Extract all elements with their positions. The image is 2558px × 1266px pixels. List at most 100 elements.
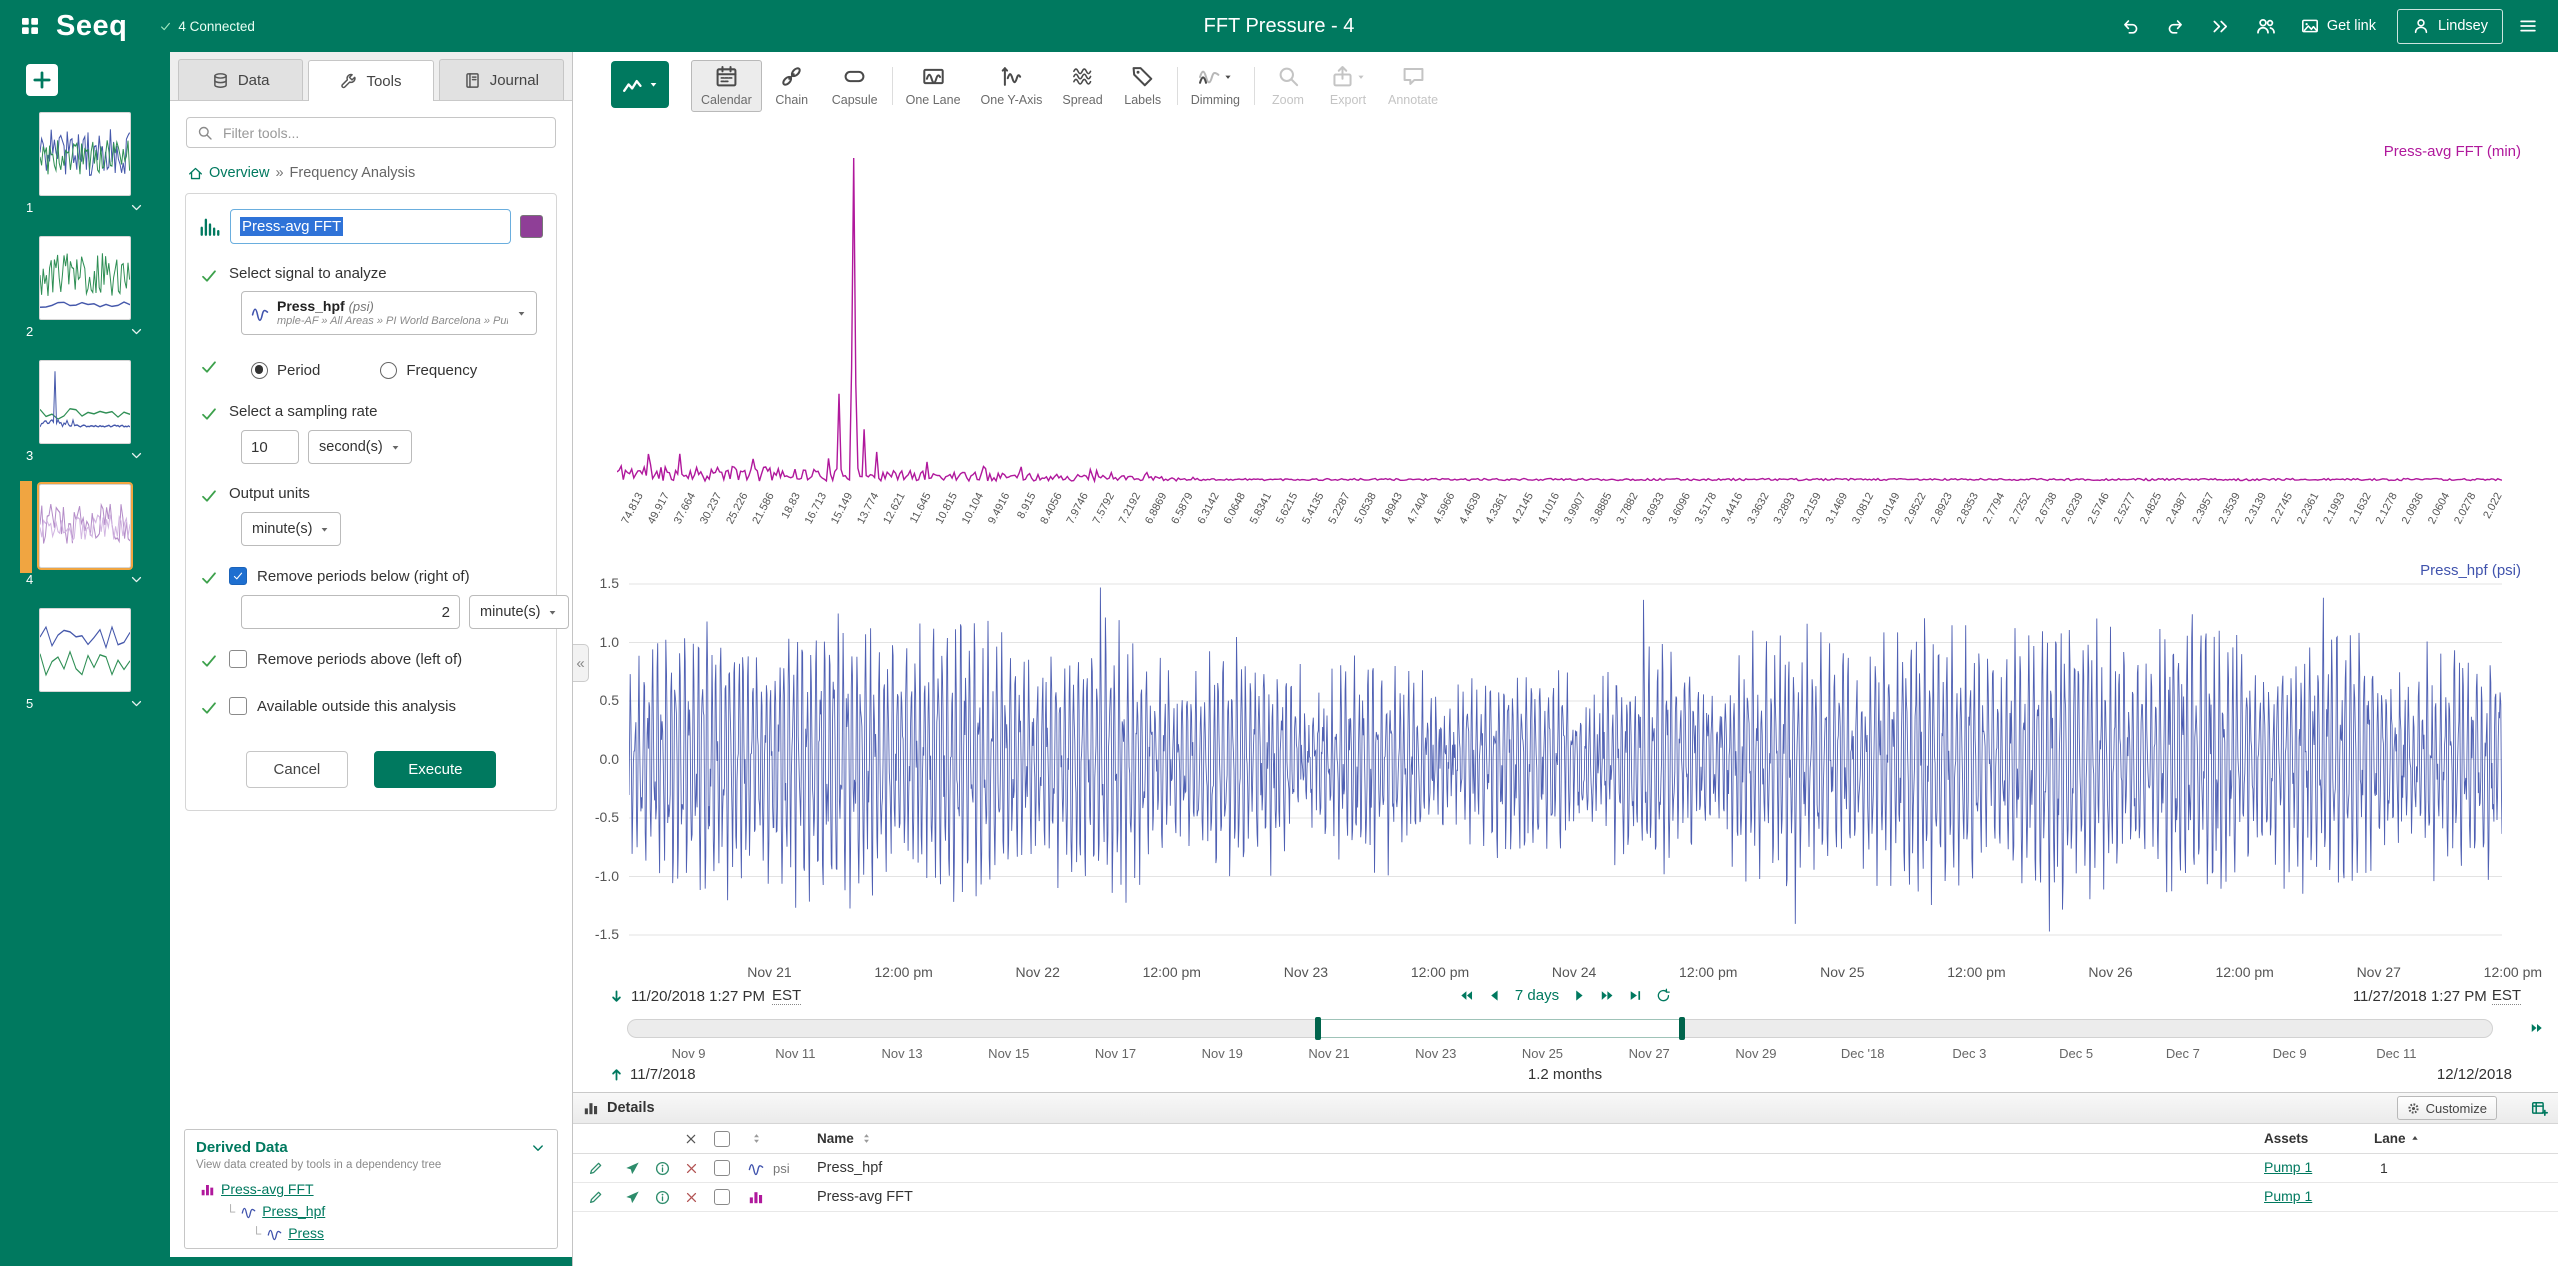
app-grid-button[interactable] bbox=[10, 6, 50, 46]
remove-below-unit-dropdown[interactable]: minute(s) bbox=[469, 595, 569, 629]
timezone-label[interactable]: EST bbox=[772, 987, 801, 1005]
toolbar-one-lane-button[interactable]: One Lane bbox=[896, 60, 971, 112]
connection-status[interactable]: 4 Connected bbox=[159, 19, 255, 34]
hamburger-menu-button[interactable] bbox=[2508, 6, 2548, 46]
timeline-duration[interactable]: 1.2 months bbox=[1528, 1066, 1602, 1083]
pan-forward-button[interactable] bbox=[1572, 988, 1587, 1003]
tab-data[interactable]: Data bbox=[178, 59, 303, 100]
toolbar-spread-button[interactable]: Spread bbox=[1052, 60, 1112, 112]
new-worksheet-button[interactable] bbox=[26, 64, 58, 96]
tab-journal[interactable]: Journal bbox=[439, 59, 564, 100]
remove-item-icon[interactable] bbox=[684, 1161, 699, 1176]
available-outside-checkbox-row[interactable]: Available outside this analysis bbox=[229, 697, 543, 715]
signal-select-dropdown[interactable]: Press_hpf (psi) mple-AF » All Areas » PI… bbox=[241, 291, 537, 335]
name-column-header[interactable]: Name bbox=[817, 1131, 854, 1146]
checkbox-icon[interactable] bbox=[229, 650, 247, 668]
timezone-label[interactable]: EST bbox=[2492, 987, 2521, 1005]
timeline-start-date[interactable]: 11/7/2018 bbox=[630, 1066, 696, 1083]
remove-below-value-input[interactable] bbox=[241, 595, 460, 629]
worksheet-menu-chevron-icon[interactable] bbox=[129, 696, 144, 711]
range-end-date[interactable]: 11/27/2018 1:27 PM bbox=[2353, 988, 2487, 1005]
timeline-track[interactable] bbox=[627, 1019, 2493, 1038]
toolbar-calendar-button[interactable]: Calendar bbox=[691, 60, 762, 112]
redo-button[interactable] bbox=[2156, 6, 2196, 46]
worksheet-item-5[interactable]: 5 bbox=[0, 608, 170, 711]
get-link-button[interactable]: Get link bbox=[2291, 8, 2386, 44]
filter-tools-input[interactable] bbox=[186, 117, 556, 148]
auto-update-button[interactable] bbox=[1656, 988, 1671, 1003]
execute-button[interactable]: Execute bbox=[374, 751, 496, 788]
item-info-icon[interactable] bbox=[655, 1161, 670, 1176]
pan-back-button[interactable] bbox=[1487, 988, 1502, 1003]
result-name-input[interactable]: Press-avg FFT bbox=[230, 209, 511, 244]
worksheet-preview[interactable] bbox=[39, 608, 131, 692]
selection-end-handle[interactable] bbox=[1679, 1017, 1685, 1040]
derived-item-link[interactable]: Press-avg FFT bbox=[221, 1181, 314, 1197]
worksheet-item-4[interactable]: 4 bbox=[0, 484, 170, 587]
item-name[interactable]: Press-avg FFT bbox=[817, 1189, 2264, 1205]
color-swatch-button[interactable] bbox=[520, 215, 543, 238]
panel-resize-strip[interactable] bbox=[170, 1257, 572, 1266]
collapse-tools-handle[interactable]: « bbox=[573, 644, 589, 682]
remove-item-icon[interactable] bbox=[684, 1190, 699, 1205]
item-lane[interactable]: 1 bbox=[2374, 1160, 2438, 1176]
select-item-checkbox[interactable] bbox=[714, 1189, 730, 1205]
duration-button[interactable]: 7 days bbox=[1515, 987, 1559, 1004]
select-all-checkbox[interactable] bbox=[714, 1131, 730, 1147]
details-row[interactable]: Press-avg FFTPump 1 bbox=[573, 1183, 2558, 1212]
toolbar-chain-button[interactable]: Chain bbox=[762, 60, 822, 112]
output-unit-dropdown[interactable]: minute(s) bbox=[241, 512, 341, 546]
pan-to-end-button[interactable] bbox=[1628, 988, 1643, 1003]
worksheet-menu-chevron-icon[interactable] bbox=[129, 448, 144, 463]
selection-start-handle[interactable] bbox=[1315, 1017, 1321, 1040]
users-button[interactable] bbox=[2246, 6, 2286, 46]
range-start-date[interactable]: 11/20/2018 1:27 PM bbox=[631, 988, 765, 1005]
worksheet-item-1[interactable]: 1 bbox=[0, 112, 170, 215]
timeline-selection[interactable] bbox=[1318, 1019, 1682, 1038]
pan-back-full-button[interactable] bbox=[1459, 988, 1474, 1003]
remove-above-checkbox-row[interactable]: Remove periods above (left of) bbox=[229, 650, 543, 668]
worksheet-preview[interactable] bbox=[39, 236, 131, 320]
cancel-button[interactable]: Cancel bbox=[246, 751, 349, 788]
send-item-icon[interactable] bbox=[625, 1161, 640, 1176]
worksheet-item-3[interactable]: 3 bbox=[0, 360, 170, 463]
worksheet-item-2[interactable]: 2 bbox=[0, 236, 170, 339]
details-row[interactable]: psiPress_hpfPump 11 bbox=[573, 1154, 2558, 1183]
tab-tools[interactable]: Tools bbox=[308, 60, 433, 101]
user-menu-button[interactable]: Lindsey bbox=[2397, 9, 2503, 44]
customize-button[interactable]: Customize bbox=[2397, 1096, 2497, 1120]
derived-tree-item[interactable]: Press-avg FFT bbox=[196, 1178, 546, 1200]
worksheet-menu-chevron-icon[interactable] bbox=[129, 324, 144, 339]
worksheet-preview[interactable] bbox=[39, 484, 131, 568]
item-name[interactable]: Press_hpf bbox=[817, 1160, 2264, 1176]
edit-item-icon[interactable] bbox=[588, 1161, 603, 1176]
worksheet-menu-chevron-icon[interactable] bbox=[129, 572, 144, 587]
derived-tree-item[interactable]: └Press_hpf bbox=[196, 1200, 546, 1222]
forward-history-button[interactable] bbox=[2201, 6, 2241, 46]
sampling-unit-dropdown[interactable]: second(s) bbox=[308, 430, 412, 464]
worksheet-preview[interactable] bbox=[39, 112, 131, 196]
checked-checkbox-icon[interactable] bbox=[229, 567, 247, 585]
send-item-icon[interactable] bbox=[625, 1190, 640, 1205]
sampling-rate-input[interactable] bbox=[241, 430, 299, 464]
breadcrumb-overview[interactable]: Overview bbox=[209, 165, 269, 181]
toolbar-dimming-button[interactable]: Dimming bbox=[1181, 60, 1250, 112]
sort-icon[interactable] bbox=[860, 1132, 873, 1145]
remove-below-checkbox-row[interactable]: Remove periods below (right of) bbox=[229, 567, 543, 585]
toolbar-one-y-axis-button[interactable]: One Y-Axis bbox=[971, 60, 1053, 112]
lane-column-header[interactable]: Lane bbox=[2374, 1131, 2406, 1146]
sort-icon[interactable] bbox=[750, 1132, 763, 1145]
item-info-icon[interactable] bbox=[655, 1190, 670, 1205]
period-radio[interactable]: Period bbox=[251, 358, 320, 382]
timeline-expand-icon[interactable] bbox=[2530, 1021, 2544, 1035]
derived-item-link[interactable]: Press_hpf bbox=[262, 1203, 325, 1219]
toolbar-capsule-button[interactable]: Capsule bbox=[822, 60, 888, 112]
derived-tree-item[interactable]: └Press bbox=[196, 1222, 546, 1244]
assets-column-header[interactable]: Assets bbox=[2264, 1131, 2374, 1146]
frequency-radio[interactable]: Frequency bbox=[380, 358, 477, 382]
toolbar-labels-button[interactable]: Labels bbox=[1113, 60, 1173, 112]
collapse-derived-icon[interactable] bbox=[530, 1140, 546, 1156]
fft-plot[interactable]: 14974.81349.91737.66430.23725.22621.5861… bbox=[617, 117, 2502, 540]
worksheet-preview[interactable] bbox=[39, 360, 131, 444]
trend-plot[interactable] bbox=[629, 555, 2502, 946]
